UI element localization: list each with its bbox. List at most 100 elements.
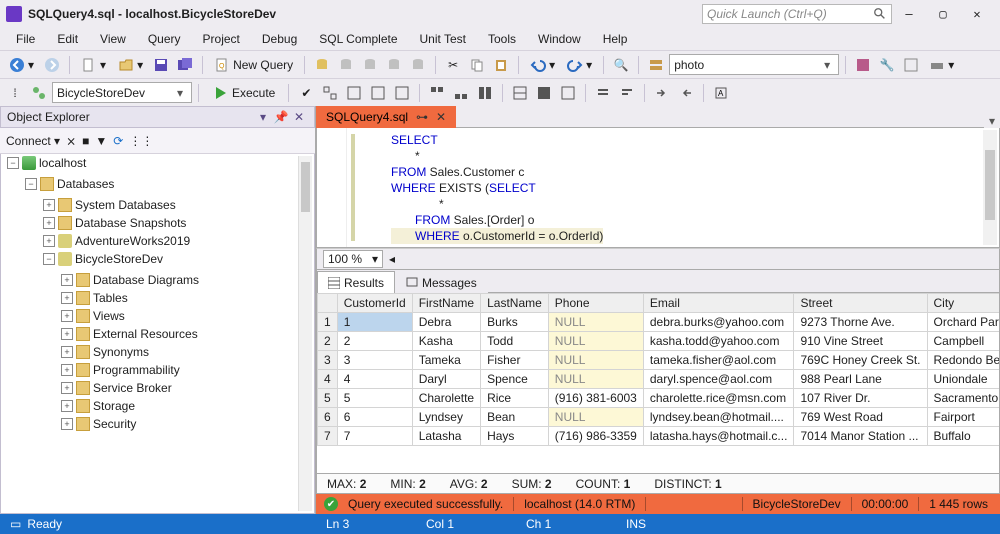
db-icon-4[interactable]	[383, 54, 405, 76]
tool-icon-a[interactable]	[852, 54, 874, 76]
tree-node[interactable]: +Programmability	[61, 361, 314, 379]
menu-window[interactable]: Window	[528, 30, 591, 48]
pin-icon[interactable]: 📌	[272, 110, 290, 124]
save-button[interactable]	[150, 54, 172, 76]
scrollbar-vertical[interactable]	[298, 156, 312, 511]
table-row[interactable]: 44DarylSpenceNULLdaryl.spence@aol.com988…	[318, 370, 1000, 389]
tree-node[interactable]: +Database Snapshots	[43, 214, 314, 232]
menu-edit[interactable]: Edit	[47, 30, 88, 48]
outdent-button[interactable]	[675, 82, 697, 104]
copy-button[interactable]	[466, 54, 488, 76]
menu-view[interactable]: View	[90, 30, 136, 48]
menu-tools[interactable]: Tools	[478, 30, 526, 48]
execute-button[interactable]: Execute	[205, 82, 282, 104]
table-row[interactable]: 55CharoletteRice(916) 381-6003charolette…	[318, 389, 1000, 408]
new-query-button[interactable]: QNew Query	[209, 54, 298, 76]
tool-icon-c[interactable]: ▾	[924, 54, 959, 76]
editor-tab-active[interactable]: SQLQuery4.sql ⊶ ✕	[316, 106, 456, 128]
column-header[interactable]: Email	[643, 294, 794, 313]
db-icon-5[interactable]	[407, 54, 429, 76]
maximize-button[interactable]: ▢	[926, 3, 960, 25]
tab-results[interactable]: Results	[317, 271, 395, 293]
grip-icon[interactable]: ⁞	[4, 82, 26, 104]
connect-button[interactable]: Connect ▾	[6, 134, 60, 148]
grid-icon-1[interactable]	[509, 82, 531, 104]
activity-icon[interactable]: ⋮⋮	[129, 134, 153, 148]
stop-icon[interactable]: ■	[82, 134, 89, 148]
grid-icon-3[interactable]	[557, 82, 579, 104]
menu-help[interactable]: Help	[593, 30, 638, 48]
change-connection-icon[interactable]	[28, 82, 50, 104]
plan-icon-1[interactable]	[319, 82, 341, 104]
cut-button[interactable]: ✂	[442, 54, 464, 76]
sql-editor[interactable]: ⇕ SELECT * FROM Sales.Customer c WHERE E…	[316, 128, 1000, 248]
tree-node[interactable]: +Storage	[61, 397, 314, 415]
nav-forward-button[interactable]	[41, 54, 63, 76]
database-combo[interactable]: BicycleStoreDev ▾	[52, 82, 192, 103]
column-header[interactable]: City	[927, 294, 1000, 313]
tree-node[interactable]: +Security	[61, 415, 314, 433]
minimize-button[interactable]: —	[892, 3, 926, 25]
table-row[interactable]: 77LatashaHays(716) 986-3359latasha.hays@…	[318, 427, 1000, 446]
tree-node[interactable]: +External Resources	[61, 325, 314, 343]
filter-icon[interactable]: ▼	[95, 134, 107, 148]
menu-project[interactable]: Project	[193, 30, 250, 48]
tree-node[interactable]: +Database Diagrams	[61, 271, 314, 289]
results-layout-1[interactable]	[426, 82, 448, 104]
object-explorer-tree[interactable]: −localhost −Databases +System Databases …	[0, 154, 315, 514]
results-grid[interactable]: CustomerIdFirstNameLastNamePhoneEmailStr…	[316, 292, 1000, 474]
find-button[interactable]: 🔍	[610, 54, 632, 76]
tool-icon-b[interactable]	[900, 54, 922, 76]
zoom-arrow-icon[interactable]: ◂	[389, 252, 395, 266]
comment-button[interactable]	[592, 82, 614, 104]
zoom-combo[interactable]: 100 %▾	[323, 250, 383, 268]
column-header[interactable]: Phone	[548, 294, 643, 313]
nav-back-button[interactable]: ▾	[4, 54, 39, 76]
menu-query[interactable]: Query	[138, 30, 191, 48]
parse-button[interactable]: ✔	[295, 82, 317, 104]
search-combo[interactable]: photo ▾	[669, 54, 839, 75]
table-row[interactable]: 22KashaToddNULLkasha.todd@yahoo.com910 V…	[318, 332, 1000, 351]
table-row[interactable]: 33TamekaFisherNULLtameka.fisher@aol.com7…	[318, 351, 1000, 370]
uncomment-button[interactable]	[616, 82, 638, 104]
column-header[interactable]: LastName	[481, 294, 549, 313]
db-icon-3[interactable]	[359, 54, 381, 76]
close-button[interactable]: ✕	[960, 3, 994, 25]
db-icon-1[interactable]	[311, 54, 333, 76]
wrench-icon[interactable]: 🔧	[876, 54, 898, 76]
tree-node[interactable]: +Views	[61, 307, 314, 325]
new-file-button[interactable]: ▾	[76, 54, 111, 76]
db-icon-2[interactable]	[335, 54, 357, 76]
menu-file[interactable]: File	[6, 30, 45, 48]
results-layout-2[interactable]	[450, 82, 472, 104]
tree-activedb-node[interactable]: −BicycleStoreDev +Database Diagrams+Tabl…	[43, 250, 314, 433]
table-row[interactable]: 11DebraBurksNULLdebra.burks@yahoo.com927…	[318, 313, 1000, 332]
panel-menu-icon[interactable]: ▾	[254, 110, 272, 124]
registered-servers-icon[interactable]	[645, 54, 667, 76]
menu-sqlcomplete[interactable]: SQL Complete	[309, 30, 407, 48]
plan-icon-4[interactable]	[391, 82, 413, 104]
close-icon[interactable]: ✕	[436, 110, 446, 124]
grid-icon-2[interactable]	[533, 82, 555, 104]
refresh-icon[interactable]: ⟳	[113, 134, 123, 148]
quick-launch-input[interactable]: Quick Launch (Ctrl+Q)	[702, 4, 892, 24]
open-file-button[interactable]: ▾	[113, 54, 148, 76]
results-layout-3[interactable]	[474, 82, 496, 104]
indent-button[interactable]	[651, 82, 673, 104]
close-icon[interactable]: ✕	[290, 110, 308, 124]
disconnect-icon[interactable]: ⨯	[66, 134, 76, 148]
tree-node[interactable]: +Synonyms	[61, 343, 314, 361]
template-button[interactable]: A	[710, 82, 732, 104]
tree-server-node[interactable]: −localhost −Databases +System Databases …	[7, 154, 314, 433]
tree-node[interactable]: +Tables	[61, 289, 314, 307]
column-header[interactable]: CustomerId	[337, 294, 412, 313]
tree-node[interactable]: +Service Broker	[61, 379, 314, 397]
tree-databases-node[interactable]: −Databases +System Databases +Database S…	[25, 175, 314, 433]
save-all-button[interactable]	[174, 54, 196, 76]
tree-node[interactable]: +System Databases	[43, 196, 314, 214]
menu-unittest[interactable]: Unit Test	[410, 30, 476, 48]
plan-icon-2[interactable]	[343, 82, 365, 104]
tab-overflow-icon[interactable]: ▾	[984, 114, 1000, 128]
undo-button[interactable]: ▾	[525, 54, 560, 76]
column-header[interactable]: FirstName	[412, 294, 480, 313]
